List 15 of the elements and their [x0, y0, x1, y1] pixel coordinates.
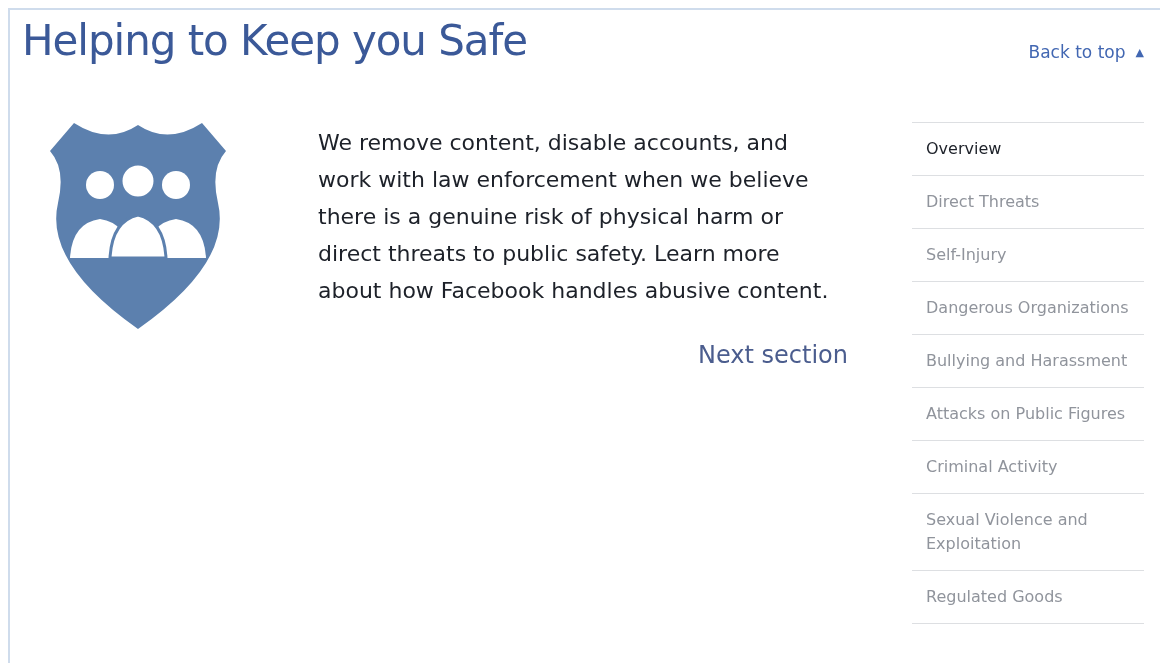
body-text: We remove content, disable accounts, and work with law enforcement when we believe there is a genuine risk of physical harm or direct threats to public safety. Learn more about how Facebook handles abusive content.	[318, 129, 830, 306]
nav-item[interactable]: Dangerous Organizations	[912, 282, 1144, 336]
nav-item[interactable]: Sexual Violence and Exploitation	[912, 494, 1144, 572]
shield-icon	[50, 123, 226, 330]
back-to-top-link[interactable]: Back to top ▲	[1028, 40, 1144, 66]
nav-item[interactable]: Direct Threats	[912, 176, 1144, 230]
up-arrow-icon: ▲	[1135, 44, 1144, 61]
page-title: Helping to Keep you Safe	[22, 16, 528, 67]
nav-item[interactable]: Attacks on Public Figures	[912, 388, 1144, 442]
nav-item[interactable]: Regulated Goods	[912, 571, 1144, 625]
nav-item[interactable]: Overview	[912, 123, 1144, 177]
next-section-link[interactable]: Next section	[698, 337, 848, 374]
nav-item[interactable]: Bullying and Harassment	[912, 335, 1144, 389]
nav-item[interactable]: Criminal Activity	[912, 441, 1144, 495]
nav-item[interactable]: Self-Injury	[912, 229, 1144, 283]
